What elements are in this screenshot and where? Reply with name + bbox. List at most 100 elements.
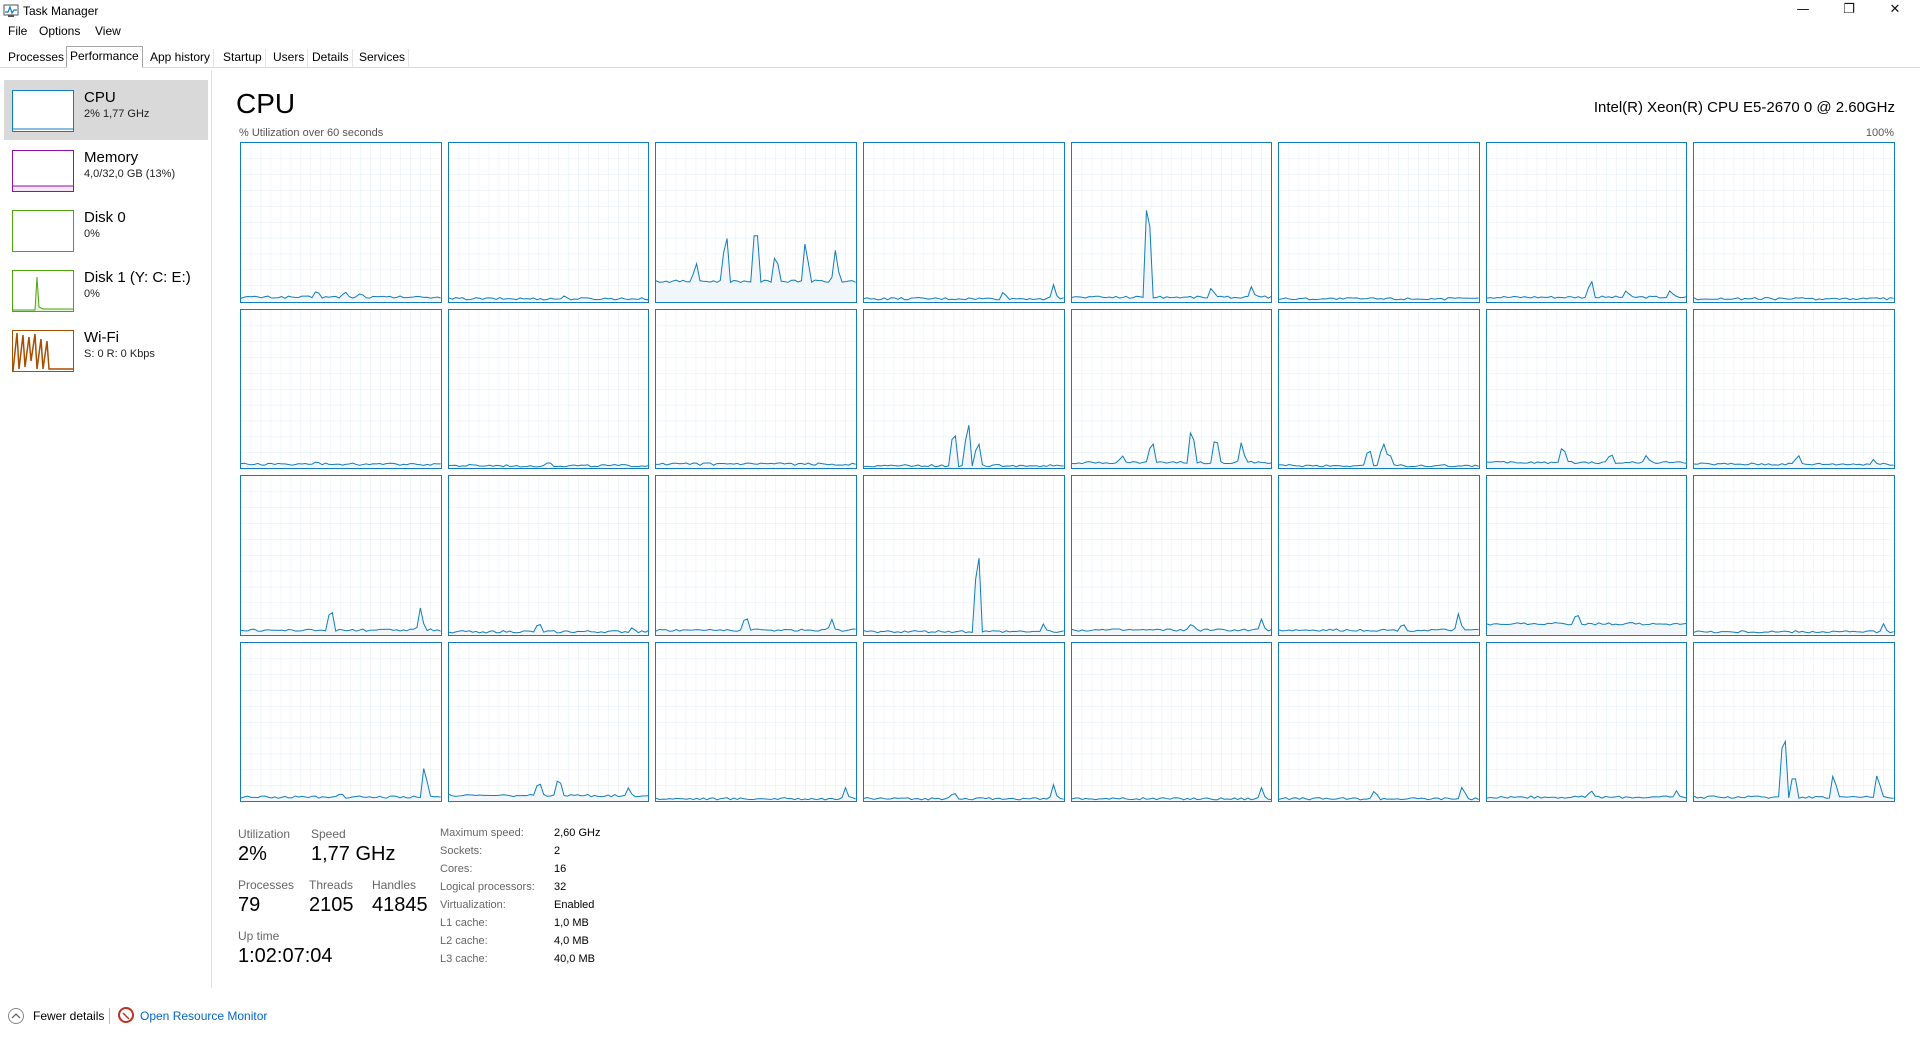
cpu-graph-10 [655,308,857,469]
sidebar-item-value: 0% [84,288,100,300]
spec-value: 4,0 MB [554,935,589,947]
menu-view[interactable]: View [95,24,121,38]
title-bar: Task Manager — ❐ ✕ [0,0,1920,24]
tab-services[interactable]: Services [356,49,410,68]
cpu-graph-plot [1486,310,1687,468]
speed-value: 1,77 GHz [311,843,396,865]
cpu-graph-plot [1486,143,1687,302]
menu-file[interactable]: File [8,24,27,38]
tab-startup[interactable]: Startup [220,49,266,68]
cpu-graph-26 [655,641,857,802]
speed-stat: Speed 1,77 GHz [311,827,395,866]
cpu-graph-plot [241,310,441,468]
close-button[interactable]: ✕ [1872,0,1918,22]
cpu-graph-18 [655,475,857,636]
threads-stat: Threads 2105 [309,878,354,917]
cpu-graph-7 [1693,142,1895,303]
threads-label: Threads [309,878,354,892]
processes-label: Processes [238,878,295,892]
cpu-graph-21 [1278,475,1480,636]
spec-value: Enabled [554,899,595,911]
uptime-label: Up time [238,929,280,943]
cpu-graph-plot [1694,310,1894,468]
logical-processor-graphs [240,142,1895,802]
cpu-graph-plot [448,310,649,468]
restore-button[interactable]: ❐ [1826,0,1872,22]
sidebar-item-wifi[interactable]: Wi-Fi S: 0 R: 0 Kbps [4,320,208,380]
cpu-graph-plot [1071,143,1272,302]
cpu-graph-plot [1279,643,1479,801]
cpu-graph-plot [863,310,1064,468]
resource-monitor-icon[interactable] [118,1007,134,1023]
sidebar-item-disk-0[interactable]: Disk 0 0% [4,200,208,260]
handles-stat: Handles 41845 [372,878,428,917]
handles-label: Handles [372,878,417,892]
disk-0-thumbnail [12,210,74,252]
tab-processes[interactable]: Processes [5,49,69,68]
cpu-graph-14 [1485,308,1688,469]
minimize-button[interactable]: — [1780,0,1826,22]
cpu-graph-plot [448,476,649,635]
cpu-graph-25 [447,641,650,802]
sidebar-item-value: 0% [84,228,100,240]
cpu-graph-27 [862,641,1065,802]
page-title: CPU [236,88,296,119]
cpu-graph-15 [1693,308,1895,469]
fewer-details-link[interactable]: Fewer details [33,1009,104,1023]
cpu-graph-1 [447,142,650,303]
cpu-graph-29 [1278,641,1480,802]
spec-value: 16 [554,863,567,875]
cpu-graph-0 [240,142,442,303]
sidebar-item-memory[interactable]: Memory 4,0/32,0 GB (13%) [4,140,208,200]
cpu-graph-2 [655,142,857,303]
spec-key: L1 cache: [440,917,488,929]
processes-stat: Processes 79 [238,878,294,917]
uptime-stat: Up time 1:02:07:04 [238,929,333,968]
cpu-graph-plot [1279,143,1479,302]
open-resource-monitor-link[interactable]: Open Resource Monitor [140,1009,267,1023]
cpu-graph-plot [1279,310,1479,468]
cpu-graph-13 [1278,308,1480,469]
disk-1-thumbnail [12,270,74,312]
cpu-graph-plot [656,643,856,801]
threads-value: 2105 [309,894,354,916]
window-title: Task Manager [23,4,99,18]
chevron-up-icon[interactable] [8,1008,24,1024]
cpu-graph-plot [241,476,441,635]
cpu-graph-plot [448,143,649,302]
spec-key: Sockets: [440,845,483,857]
spec-key: L2 cache: [440,935,488,947]
menu-options[interactable]: Options [39,24,80,38]
cpu-graph-plot [863,476,1064,635]
footer: Fewer details Open Resource Monitor [0,998,1920,1040]
cpu-graph-plot [1071,476,1272,635]
speed-label: Speed [311,827,346,841]
cpu-graph-plot [1071,643,1272,801]
cpu-graph-20 [1070,475,1273,636]
spec-key: Logical processors: [440,881,535,893]
tab-users[interactable]: Users [270,49,309,68]
cpu-graph-plot [241,643,441,801]
spec-key: Virtualization: [440,899,506,911]
cpu-graph-plot [1694,643,1894,801]
tab-performance[interactable]: Performance [66,46,143,68]
sidebar-item-disk-1[interactable]: Disk 1 (Y: C: E:) 0% [4,260,208,320]
sidebar-item-value: 2% 1,77 GHz [84,108,150,120]
cpu-graph-24 [240,641,442,802]
utilization-label: Utilization [238,827,291,841]
cpu-thumbnail [12,90,74,132]
tab-app-history[interactable]: App history [147,49,215,68]
tab-details[interactable]: Details [309,49,353,68]
memory-thumbnail [12,150,74,192]
wifi-thumbnail [12,330,74,372]
cpu-graph-17 [447,475,650,636]
cpu-graph-8 [240,308,442,469]
tab-bar: Processes Performance App history Startu… [0,46,1920,68]
cpu-graph-11 [862,308,1065,469]
cpu-graph-plot [863,643,1064,801]
spec-key: L3 cache: [440,953,488,965]
sidebar-item-cpu[interactable]: CPU 2% 1,77 GHz [4,80,208,140]
sidebar-item-label: CPU [84,89,116,106]
cpu-graph-31 [1693,641,1895,802]
utilization-value: 2% [238,843,267,865]
